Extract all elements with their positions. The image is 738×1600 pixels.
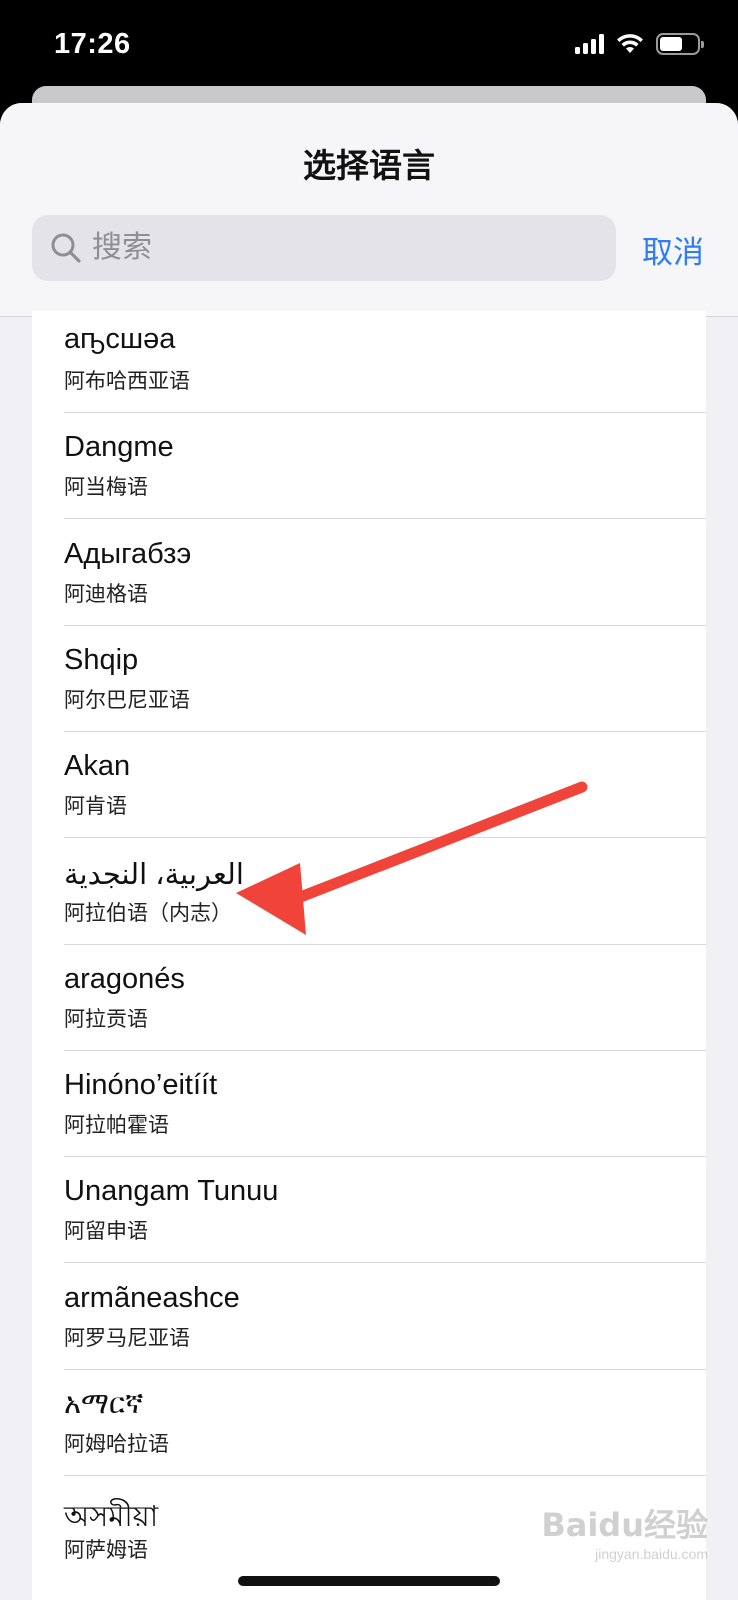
language-chinese-name: 阿迪格语: [64, 582, 148, 606]
language-native-name: አማርኛ: [64, 1388, 144, 1420]
language-native-name: العربية، النجدية: [64, 858, 244, 891]
language-chinese-name: 阿萨姆语: [64, 1539, 148, 1563]
language-native-name: armãneashce: [64, 1281, 240, 1314]
search-field[interactable]: [32, 215, 616, 281]
language-row[interactable]: Akan 阿肯语: [32, 730, 706, 839]
language-native-name: Unangam Tunuu: [64, 1175, 279, 1208]
cellular-signal-icon: [575, 34, 604, 54]
language-chinese-name: 阿布哈西亚语: [64, 370, 190, 393]
language-chinese-name: 阿留申语: [64, 1220, 148, 1244]
language-chinese-name: 阿当梅语: [64, 476, 148, 500]
status-icons: [575, 33, 704, 55]
language-row[interactable]: العربية، النجدية 阿拉伯语（内志）: [32, 837, 706, 945]
language-native-name: aragonés: [64, 962, 185, 995]
watermark-main: Baidu经验: [541, 1506, 708, 1544]
status-time: 17:26: [54, 28, 131, 60]
language-row[interactable]: аҧсшәа 阿布哈西亚语: [32, 305, 706, 413]
language-chinese-name: 阿罗马尼亚语: [64, 1326, 190, 1350]
battery-icon: [656, 33, 704, 55]
language-chinese-name: 阿姆哈拉语: [64, 1433, 169, 1456]
language-row[interactable]: aragonés 阿拉贡语: [32, 943, 706, 1051]
watermark: Baidu经验 jingyan.baidu.com: [541, 1500, 708, 1562]
language-chinese-name: 阿拉帕霍语: [64, 1114, 169, 1138]
language-chinese-name: 阿拉贡语: [64, 1007, 148, 1031]
wifi-icon: [617, 34, 643, 53]
language-chinese-name: 阿拉伯语（内志）: [64, 901, 232, 925]
search-icon: [44, 226, 88, 270]
watermark-sub: jingyan.baidu.com: [595, 1546, 708, 1562]
status-bar: 17:26: [0, 0, 738, 90]
home-indicator: [238, 1576, 500, 1586]
language-native-name: Shqip: [64, 643, 139, 676]
cancel-button[interactable]: 取消: [642, 227, 704, 272]
language-native-name: аҧсшәа: [64, 323, 176, 355]
language-native-name: Dangme: [64, 431, 174, 464]
language-row[interactable]: Адыгабзэ 阿迪格语: [32, 518, 706, 626]
language-row[interactable]: armãneashce 阿罗马尼亚语: [32, 1262, 706, 1370]
language-chinese-name: 阿尔巴尼亚语: [64, 688, 190, 712]
language-row[interactable]: Unangam Tunuu 阿留申语: [32, 1155, 706, 1264]
sheet-header: 选择语言 取消: [0, 103, 738, 317]
language-chinese-name: 阿肯语: [64, 795, 127, 819]
language-row[interactable]: አማርኛ 阿姆哈拉语: [32, 1368, 706, 1476]
language-native-name: Адыгабзэ: [64, 537, 192, 570]
language-row[interactable]: Dangme 阿当梅语: [32, 411, 706, 520]
language-native-name: Hinóno’eitíít: [64, 1069, 218, 1102]
language-row[interactable]: Hinóno’eitíít 阿拉帕霍语: [32, 1049, 706, 1158]
sheet-title: 选择语言: [303, 147, 435, 184]
language-row[interactable]: Shqip 阿尔巴尼亚语: [32, 624, 706, 732]
search-input[interactable]: [92, 231, 592, 265]
language-native-name: Akan: [64, 750, 131, 783]
